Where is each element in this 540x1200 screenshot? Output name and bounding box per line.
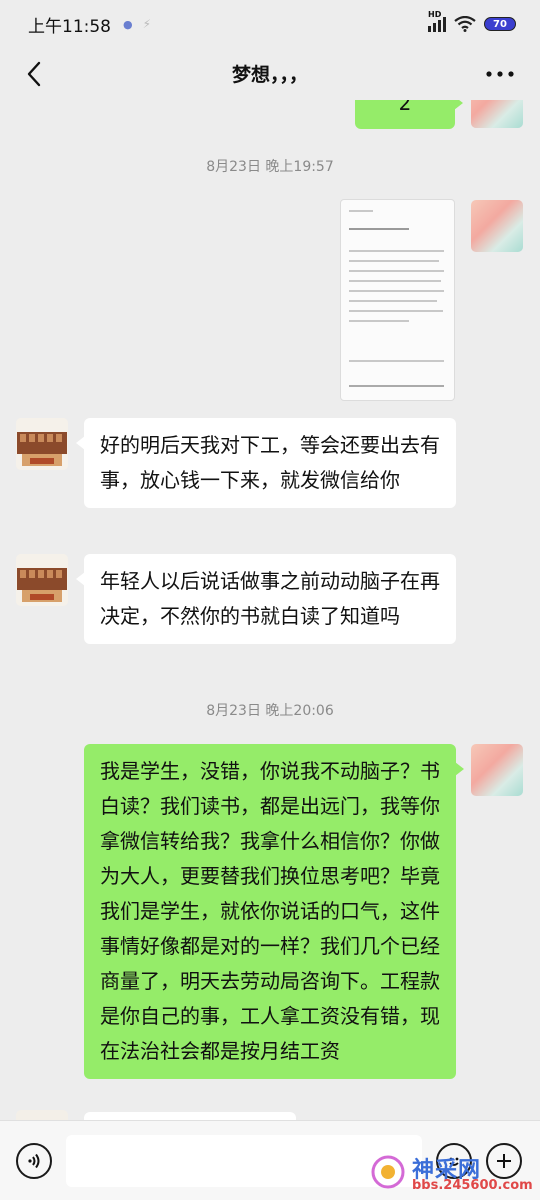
contact-avatar-image [16, 554, 68, 606]
voice-input-button[interactable] [16, 1143, 52, 1179]
avatar-contact[interactable] [16, 1110, 68, 1120]
timestamp: 8月23日 晚上20:06 [206, 703, 334, 719]
more-options-button[interactable] [482, 58, 518, 90]
image-message[interactable] [340, 199, 455, 401]
site-watermark: 神采网 bbs.245600.com [368, 1150, 538, 1198]
message-bubble-received[interactable]: 年轻人以后说话做事之前动动脑子在再决定，不然你的书就白读了知道吗 [76, 554, 456, 644]
notification-small-icon: ⚡ [142, 17, 152, 31]
message-text: 年轻人以后说话做事之前动动脑子在再决定，不然你的书就白读了知道吗 [100, 569, 440, 628]
status-time: 上午11:58 [28, 16, 111, 37]
avatar-contact[interactable] [16, 418, 68, 470]
avatar-self[interactable] [471, 100, 523, 128]
more-icon [486, 71, 514, 77]
chat-area[interactable]: 2 8月23日 晚上19:57 好的明后天我对下工，等会还要出去有事，放心钱一下… [0, 100, 540, 1120]
message-text: 我是学生，没错，你说我不动脑子？书白读？我们读书，都是出远门，我等你拿微信转给我… [100, 759, 440, 1063]
watermark-url: bbs.245600.com [412, 1178, 533, 1193]
message-bubble-sent[interactable]: 我是学生，没错，你说我不动脑子？书白读？我们读书，都是出远门，我等你拿微信转给我… [84, 744, 464, 1079]
message-text: 2 [398, 100, 412, 115]
chat-header: 梦想，，， [0, 48, 540, 100]
avatar-self[interactable] [471, 200, 523, 252]
status-bar: 上午11:58 ● ⚡ HD 70 [0, 0, 540, 48]
notification-icon: ● [123, 17, 133, 31]
message-text: 好的明后天我对下工，等会还要出去有事，放心钱一下来，就发微信给你 [100, 433, 440, 492]
contact-avatar-image [16, 418, 68, 470]
wifi-icon [454, 16, 476, 32]
voice-icon [28, 1153, 40, 1169]
message-bubble-received[interactable]: 好的明后天我对下工，等会还要出去有事，放心钱一下来，就发微信给你 [76, 418, 456, 508]
signal-icon: HD [428, 10, 446, 32]
chat-title: 梦想，，， [231, 64, 308, 86]
message-bubble-sent[interactable]: 2 [355, 100, 463, 129]
avatar-self[interactable] [471, 744, 523, 796]
message-bubble-received[interactable] [84, 1112, 296, 1120]
avatar-contact[interactable] [16, 554, 68, 606]
timestamp: 8月23日 晚上19:57 [206, 159, 334, 175]
watermark-logo-icon [371, 1155, 405, 1189]
battery-icon: 70 [484, 17, 516, 31]
